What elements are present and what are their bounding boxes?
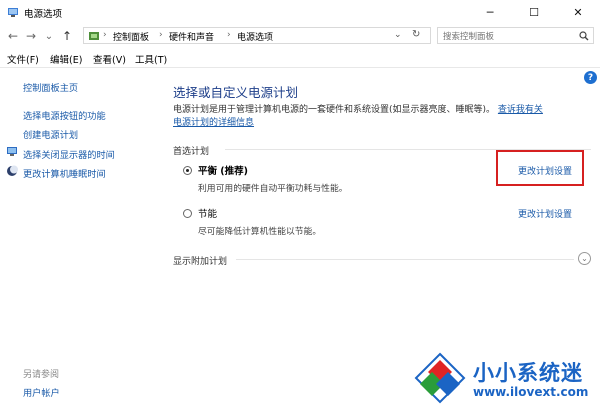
- watermark-url: www.ilovext.com: [473, 385, 589, 399]
- power-options-icon: [8, 8, 18, 17]
- breadcrumb-sep-0: ›: [103, 30, 107, 40]
- recent-locations-button[interactable]: ⌄: [41, 28, 57, 44]
- plan-details-link[interactable]: 电源计划的详细信息: [173, 118, 254, 128]
- close-button[interactable]: ✕: [556, 0, 600, 24]
- refresh-icon[interactable]: ↻: [412, 29, 420, 40]
- up-button[interactable]: ↑: [59, 28, 75, 44]
- sidebar-control-panel-home[interactable]: 控制面板主页: [23, 80, 78, 94]
- page-title: 选择或自定义电源计划: [173, 85, 299, 100]
- sidebar-item-sleep-time[interactable]: 更改计算机睡眠时间: [23, 166, 106, 180]
- breadcrumb-hardware-sound[interactable]: 硬件和声音: [169, 30, 214, 43]
- menu-separator: [0, 67, 600, 68]
- breadcrumb-sep-2: ›: [227, 30, 231, 40]
- sidebar-item-display-off[interactable]: 选择关闭显示器的时间: [23, 147, 115, 161]
- sidebar-item-create-plan[interactable]: 创建电源计划: [23, 127, 78, 141]
- sidebar-item-power-buttons[interactable]: 选择电源按钮的功能: [23, 108, 106, 122]
- display-icon: [7, 147, 17, 156]
- menu-view[interactable]: 查看(V): [93, 52, 126, 66]
- control-panel-icon: [89, 32, 99, 40]
- plan-power-saver-radio[interactable]: [183, 209, 192, 218]
- menu-tools[interactable]: 工具(T): [135, 52, 167, 66]
- maximize-button[interactable]: ☐: [512, 0, 556, 24]
- plan-balanced-desc: 利用可用的硬件自动平衡功耗与性能。: [198, 184, 348, 194]
- breadcrumb-sep-1: ›: [159, 30, 163, 40]
- page-description: 电源计划是用于管理计算机电源的一套硬件和系统设置(如显示器亮度、睡眠等)。 查诉…: [173, 104, 593, 130]
- preferred-plans-heading: 首选计划: [173, 147, 210, 157]
- plan-balanced-name[interactable]: 平衡 (推荐): [198, 163, 248, 177]
- see-also-heading: 另请参阅: [23, 370, 60, 380]
- highlight-box: [496, 150, 584, 186]
- breadcrumb-control-panel[interactable]: 控制面板: [113, 30, 149, 43]
- forward-button[interactable]: →: [23, 28, 39, 44]
- watermark-name: 小小系统迷: [473, 361, 583, 385]
- search-box[interactable]: [437, 27, 594, 44]
- window-title: 电源选项: [24, 9, 63, 20]
- menu-bar: 文件(F) 编辑(E) 查看(V) 工具(T): [0, 49, 600, 66]
- search-icon[interactable]: [579, 31, 589, 41]
- breadcrumb-power-options[interactable]: 电源选项: [237, 30, 273, 43]
- menu-edit[interactable]: 编辑(E): [50, 52, 82, 66]
- sidebar-item-user-accounts[interactable]: 用户帐户: [23, 385, 60, 399]
- chevron-down-icon[interactable]: ⌄: [578, 252, 591, 265]
- address-bar[interactable]: › 控制面板 › 硬件和声音 › 电源选项 ⌄ ↻: [83, 27, 431, 44]
- help-icon[interactable]: ?: [584, 71, 597, 84]
- description-text: 电源计划是用于管理计算机电源的一套硬件和系统设置(如显示器亮度、睡眠等)。: [173, 105, 496, 115]
- learn-more-link[interactable]: 查诉我有关: [498, 105, 543, 115]
- watermark-logo-icon: [414, 352, 466, 404]
- search-input[interactable]: [441, 29, 570, 44]
- additional-divider: [236, 259, 574, 260]
- show-additional-plans[interactable]: 显示附加计划: [173, 254, 227, 267]
- sleep-moon-icon: [7, 165, 18, 176]
- back-button[interactable]: ←: [5, 28, 21, 44]
- plan-power-saver-name[interactable]: 节能: [198, 206, 217, 220]
- minimize-button[interactable]: ─: [468, 0, 512, 24]
- title-bar: 电源选项 ─ ☐ ✕: [0, 0, 600, 24]
- change-plan-settings-power-saver[interactable]: 更改计划设置: [518, 207, 572, 220]
- plan-balanced-radio[interactable]: [183, 166, 192, 175]
- menu-file[interactable]: 文件(F): [7, 52, 39, 66]
- address-dropdown-icon[interactable]: ⌄: [394, 30, 402, 40]
- plan-power-saver-desc: 尽可能降低计算机性能以节能。: [198, 227, 322, 237]
